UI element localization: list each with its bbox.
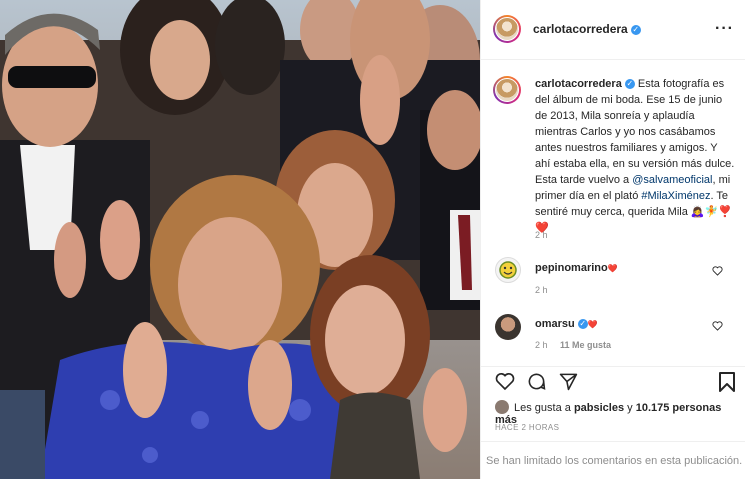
caption-username[interactable]: carlotacorredera — [535, 78, 622, 90]
comment-meta: 2 h 11 Me gusta — [535, 340, 611, 350]
likes-text: y — [624, 402, 636, 414]
comment-avatar[interactable] — [495, 257, 521, 283]
verified-badge-icon: ✓ — [630, 25, 641, 35]
more-horizontal-icon[interactable]: ··· — [715, 21, 734, 37]
verified-badge-icon: ✓ — [624, 79, 635, 89]
comments-limited-text: Se han limitado los comentarios en esta … — [486, 455, 743, 467]
comment-likes-count[interactable]: 11 Me gusta — [560, 340, 611, 350]
caption-mention-link[interactable]: @salvameoficial — [632, 174, 712, 186]
caption-hashtag-link[interactable]: #MilaXiménez — [641, 190, 710, 202]
comment-username-text[interactable]: pepinomarino — [535, 262, 608, 274]
verified-badge-icon: ✓ — [577, 319, 588, 329]
share-send-icon[interactable] — [559, 372, 578, 391]
comment-time[interactable]: 2 h — [535, 285, 548, 295]
liker-username[interactable]: pabsicles — [574, 402, 624, 414]
post-caption: carlotacorredera ✓ Esta fotografía es del… — [535, 76, 735, 236]
bookmark-save-icon[interactable] — [719, 372, 735, 392]
caption-avatar[interactable] — [493, 76, 521, 104]
post-header: carlotacorredera ✓ ··· — [481, 0, 745, 60]
post-photo[interactable] — [0, 0, 480, 479]
smiley-avatar-icon — [499, 261, 517, 279]
comment-username-text[interactable]: omarsu — [535, 318, 575, 330]
wedding-photo-illustration — [0, 0, 480, 479]
liker-avatar[interactable] — [495, 400, 509, 414]
author-avatar[interactable] — [493, 15, 521, 43]
comment-username[interactable]: pepinomarino❤️ — [535, 262, 618, 274]
comment-avatar[interactable] — [495, 314, 521, 340]
comment-text: ❤️ — [587, 320, 598, 329]
comment-username[interactable]: omarsu ✓ ❤️ — [535, 318, 598, 330]
post-timestamp[interactable]: HACE 2 HORAS — [495, 423, 559, 432]
author-username-text[interactable]: carlotacorredera — [533, 22, 628, 36]
likes-text: Les gusta a — [514, 402, 574, 414]
post-side-panel: carlotacorredera ✓ ··· carlotacorredera ✓ … — [480, 0, 745, 479]
caption-time[interactable]: 2 h — [535, 230, 548, 240]
caption-text: Esta fotografía es del álbum de mi boda.… — [535, 78, 735, 186]
author-username[interactable]: carlotacorredera ✓ — [533, 22, 641, 36]
like-heart-icon[interactable] — [495, 372, 515, 391]
like-comment-heart-icon[interactable] — [712, 321, 723, 331]
instagram-post: carlotacorredera ✓ ··· carlotacorredera ✓ … — [0, 0, 745, 479]
action-bar — [481, 366, 745, 396]
comments-limited-notice: Se han limitado los comentarios en esta … — [481, 441, 745, 479]
like-comment-heart-icon[interactable] — [712, 266, 723, 276]
comment-bubble-icon[interactable] — [527, 372, 546, 391]
comment-time[interactable]: 2 h — [535, 340, 548, 350]
comment-text: ❤️ — [607, 264, 618, 273]
